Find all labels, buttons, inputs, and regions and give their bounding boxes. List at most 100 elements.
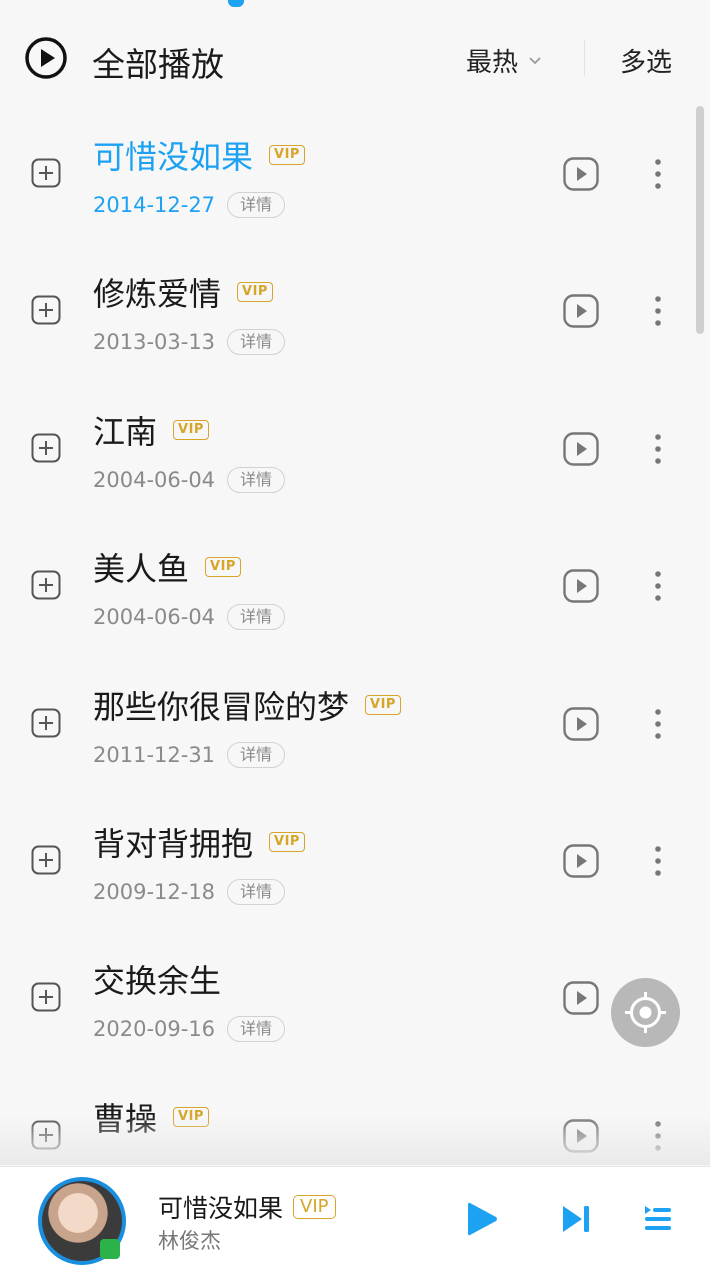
detail-button[interactable]: 详情 xyxy=(227,741,286,768)
sort-label: 最热 xyxy=(466,48,519,78)
player-title-row: 可惜没如果 VIP xyxy=(158,1189,336,1225)
detail-button[interactable]: 详情 xyxy=(227,192,286,218)
vip-badge: VIP xyxy=(269,832,305,852)
sort-dropdown[interactable]: 最热 xyxy=(466,42,542,79)
release-date: 2020-09-16 xyxy=(93,1017,216,1042)
add-square-icon xyxy=(31,708,61,738)
row-play-button[interactable] xyxy=(563,844,599,878)
detail-button[interactable]: 详情 xyxy=(227,329,286,356)
more-button[interactable] xyxy=(650,708,666,740)
release-date: 2004-06-04 xyxy=(93,605,216,630)
song-row[interactable]: 那些你很冒险的梦 VIP 2011-12-31 详情 xyxy=(0,656,700,793)
more-button[interactable] xyxy=(650,158,666,190)
vip-badge: VIP xyxy=(205,557,241,578)
more-button[interactable] xyxy=(650,433,666,465)
song-meta: 2014-12-27 详情 xyxy=(93,192,286,218)
song-meta: 2004-06-04 详情 xyxy=(93,604,286,631)
add-square-icon xyxy=(31,982,61,1012)
row-play-button[interactable] xyxy=(563,706,599,741)
add-button[interactable] xyxy=(31,982,61,1012)
playlist-icon xyxy=(645,1206,671,1230)
add-square-icon xyxy=(31,295,61,325)
add-square-icon xyxy=(31,845,61,875)
vip-badge: VIP xyxy=(237,282,273,303)
add-button[interactable] xyxy=(31,845,61,875)
more-button[interactable] xyxy=(650,295,666,327)
list-header: 全部播放 最热 多选 xyxy=(0,20,710,96)
header-divider xyxy=(584,40,585,76)
add-button[interactable] xyxy=(31,433,61,463)
chevron-down-icon xyxy=(529,56,541,64)
song-row[interactable]: 交换余生 2020-09-16 详情 xyxy=(0,930,700,1067)
play-all-label[interactable]: 全部播放 xyxy=(92,38,224,86)
play-square-icon xyxy=(563,157,599,191)
row-play-button[interactable] xyxy=(563,569,599,603)
detail-button[interactable]: 详情 xyxy=(227,879,286,905)
song-title-row: 可惜没如果 VIP xyxy=(93,132,305,178)
play-square-icon xyxy=(563,844,599,878)
more-vertical-icon xyxy=(655,433,661,464)
song-row[interactable]: 修炼爱情 VIP 2013-03-13 详情 xyxy=(0,243,700,380)
album-avatar[interactable] xyxy=(38,1177,126,1265)
play-button[interactable] xyxy=(464,1199,500,1239)
song-meta: 2011-12-31 详情 xyxy=(93,741,286,768)
play-circle-icon xyxy=(25,37,67,79)
song-title: 可惜没如果 xyxy=(93,138,254,176)
vip-badge: VIP xyxy=(365,694,401,715)
add-button[interactable] xyxy=(31,295,61,325)
release-date: 2011-12-31 xyxy=(93,742,216,767)
song-list: 可惜没如果 VIP 2014-12-27 详情 修炼爱情 VIP 2013-03-13 详情江… xyxy=(0,100,710,1155)
more-button[interactable] xyxy=(650,570,666,602)
song-title: 那些你很冒险的梦 xyxy=(93,687,350,726)
detail-button[interactable]: 详情 xyxy=(227,604,286,631)
top-indicator xyxy=(228,0,244,7)
add-square-icon xyxy=(31,570,61,600)
song-title-row: 背对背拥抱 VIP xyxy=(93,819,305,865)
row-play-button[interactable] xyxy=(563,981,599,1016)
play-square-icon xyxy=(563,569,599,603)
song-row[interactable]: 可惜没如果 VIP 2014-12-27 详情 xyxy=(0,106,700,243)
add-square-icon xyxy=(31,158,61,188)
song-title-row: 那些你很冒险的梦 VIP xyxy=(93,682,401,728)
song-row[interactable]: 背对背拥抱 VIP 2009-12-18 详情 xyxy=(0,793,700,930)
detail-button[interactable]: 详情 xyxy=(227,466,286,493)
play-square-icon xyxy=(563,432,599,466)
add-button[interactable] xyxy=(31,158,61,188)
vip-badge: VIP xyxy=(173,419,209,440)
row-play-button[interactable] xyxy=(563,432,599,466)
song-title: 交换余生 xyxy=(93,962,222,1001)
play-icon xyxy=(468,1202,497,1236)
locate-button[interactable] xyxy=(611,978,680,1047)
release-date: 2004-06-04 xyxy=(93,467,216,492)
release-date: 2014-12-27 xyxy=(93,193,216,217)
song-row[interactable]: 美人鱼 VIP 2004-06-04 详情 xyxy=(0,518,700,655)
more-button[interactable] xyxy=(650,845,666,877)
song-meta: 2009-12-18 详情 xyxy=(93,879,286,905)
next-button[interactable] xyxy=(560,1203,592,1235)
song-row[interactable]: 江南 VIP 2004-06-04 详情 xyxy=(0,381,700,518)
row-play-button[interactable] xyxy=(563,157,599,191)
vip-badge: VIP xyxy=(269,145,305,165)
song-title-row: 江南 VIP xyxy=(93,407,209,453)
play-all-button[interactable] xyxy=(24,36,68,80)
add-button[interactable] xyxy=(31,570,61,600)
scrollbar[interactable] xyxy=(696,106,704,334)
more-vertical-icon xyxy=(655,571,661,601)
song-title-row: 修炼爱情 VIP xyxy=(93,269,273,315)
add-button[interactable] xyxy=(31,708,61,738)
row-play-button[interactable] xyxy=(563,294,599,329)
detail-button[interactable]: 详情 xyxy=(227,1016,286,1043)
player-vip-badge: VIP xyxy=(293,1195,336,1219)
song-meta: 2020-09-16 详情 xyxy=(93,1016,286,1043)
more-vertical-icon xyxy=(655,159,661,189)
playlist-button[interactable] xyxy=(643,1203,673,1235)
song-title-row: 美人鱼 VIP xyxy=(93,544,241,590)
song-title: 江南 xyxy=(93,412,158,451)
release-date: 2013-03-13 xyxy=(93,330,216,355)
song-title: 美人鱼 xyxy=(93,550,190,589)
mini-player[interactable]: 可惜没如果 VIP 林俊杰 xyxy=(0,1166,710,1281)
song-meta: 2004-06-04 详情 xyxy=(93,466,286,493)
song-meta: 2013-03-13 详情 xyxy=(93,329,286,356)
song-title-row: 交换余生 xyxy=(93,956,221,1002)
multi-select-button[interactable]: 多选 xyxy=(620,42,672,79)
